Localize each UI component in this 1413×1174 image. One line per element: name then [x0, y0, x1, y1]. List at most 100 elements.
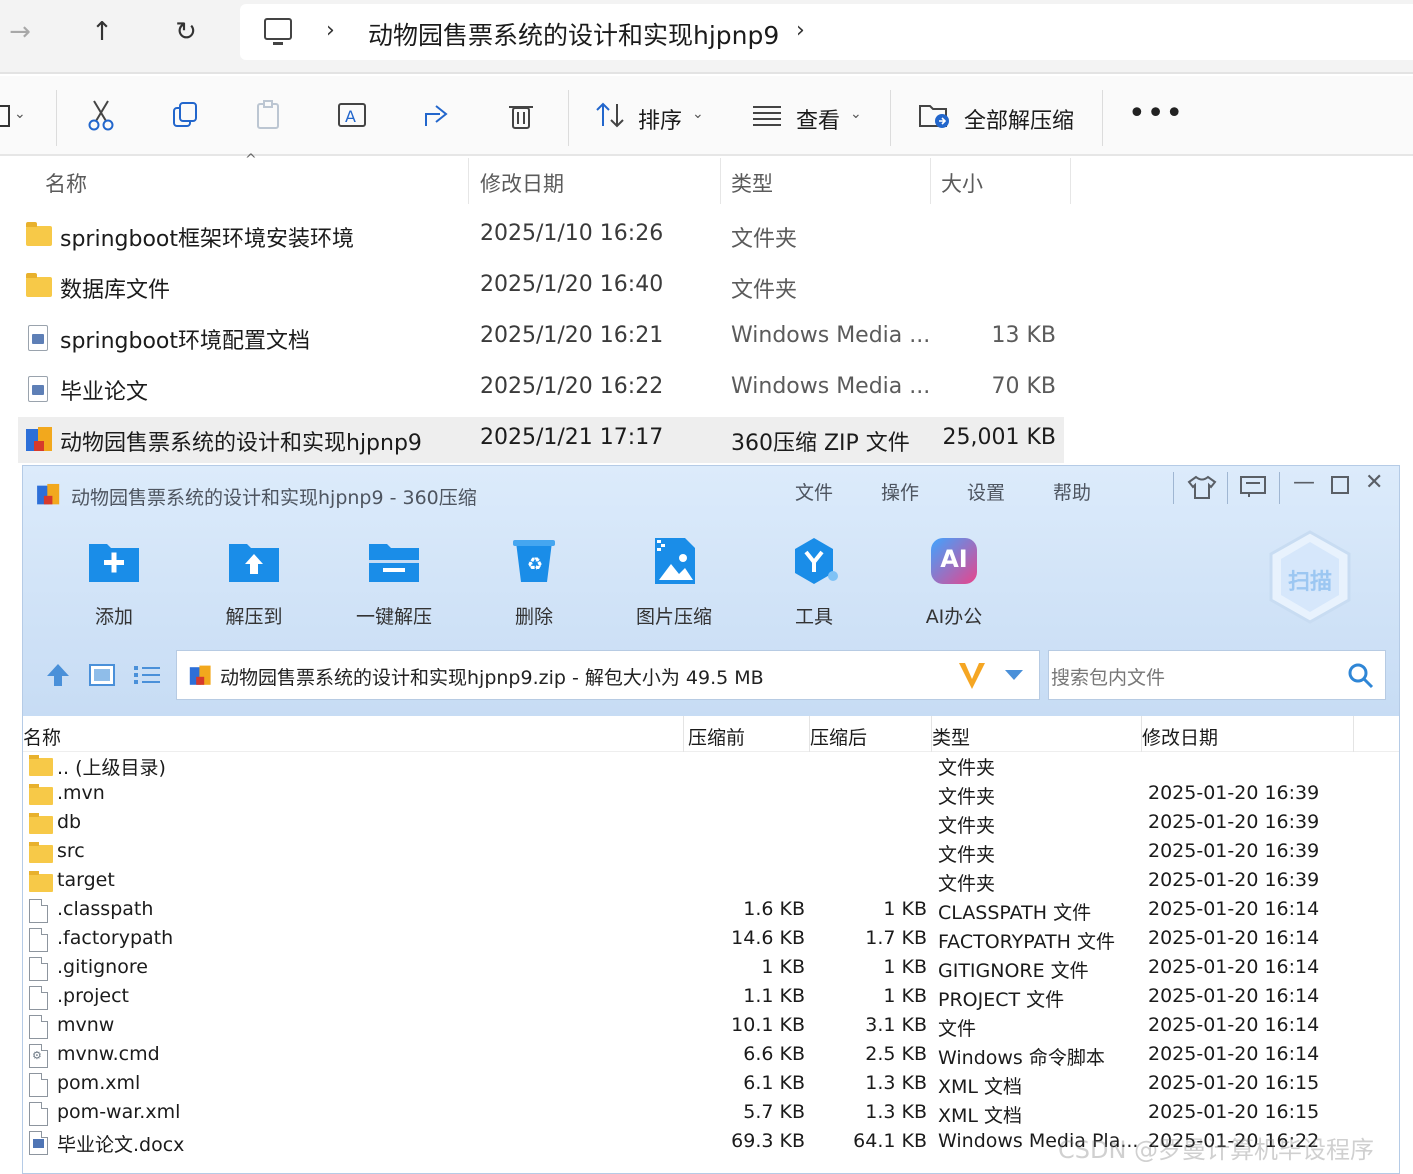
zip-column-type[interactable]: 类型	[932, 723, 970, 750]
minimize-icon[interactable]: —	[1293, 470, 1315, 495]
zip-search-input[interactable]: 搜索包内文件	[1048, 650, 1386, 700]
file-size: 70 KB	[991, 374, 1056, 399]
menu-settings[interactable]: 设置	[967, 478, 1005, 505]
zip-column-before[interactable]: 压缩前	[688, 723, 745, 750]
sort-button[interactable]: 排序	[638, 103, 682, 135]
zip-row[interactable]: pom-war.xml 5.7 KB 1.3 KB XML 文档 2025-01-20 …	[23, 1100, 1399, 1129]
feedback-icon[interactable]	[1239, 474, 1267, 504]
zip-row-before: 1.1 KB	[743, 985, 805, 1007]
extract-all-icon[interactable]	[918, 98, 952, 132]
scan-button[interactable]: 扫描	[1269, 530, 1351, 624]
refresh-icon[interactable]: ↻	[168, 14, 204, 50]
zip-row[interactable]: src 文件夹 2025-01-20 16:39	[23, 839, 1399, 868]
zip-row[interactable]: pom.xml 6.1 KB 1.3 KB XML 文档 2025-01-20 16:1…	[23, 1071, 1399, 1100]
zip-row-date: 2025-01-20 16:14	[1148, 898, 1320, 920]
breadcrumb-current-folder[interactable]: 动物园售票系统的设计和实现hjpnp9	[368, 16, 779, 52]
view-button[interactable]: 查看	[796, 103, 840, 135]
column-divider[interactable]	[720, 158, 721, 204]
more-options-icon[interactable]: •••	[1128, 96, 1184, 131]
up-arrow-icon[interactable]: ↑	[84, 14, 120, 50]
dropdown-arrow-icon[interactable]	[1003, 667, 1025, 686]
folder-icon	[29, 754, 53, 776]
column-divider[interactable]	[1353, 716, 1354, 752]
skin-shirt-icon[interactable]	[1187, 474, 1217, 506]
share-icon[interactable]	[420, 98, 454, 132]
column-divider[interactable]	[683, 716, 684, 752]
zip-row[interactable]: db 文件夹 2025-01-20 16:39	[23, 810, 1399, 839]
zip-row-type: XML 文档	[938, 1105, 1023, 1127]
menu-operation[interactable]: 操作	[881, 478, 919, 505]
maximize-icon[interactable]	[1329, 474, 1351, 502]
tool-label: 解压到	[225, 606, 283, 628]
sort-icon[interactable]	[594, 98, 628, 132]
zip-row[interactable]: target 文件夹 2025-01-20 16:39	[23, 868, 1399, 897]
zip-row-type: CLASSPATH 文件	[938, 902, 1092, 924]
rename-icon[interactable]: A	[336, 98, 370, 132]
zip-row-date: 2025-01-20 16:39	[1148, 840, 1320, 862]
file-icon	[29, 957, 48, 981]
zip-row[interactable]: .factorypath 14.6 KB 1.7 KB FACTORYPATH 文件 2…	[23, 926, 1399, 955]
folder-icon	[29, 841, 53, 863]
cut-icon[interactable]	[84, 98, 118, 132]
column-size[interactable]: 大小	[941, 168, 983, 198]
tool-image-compress-button[interactable]: 图片压缩	[619, 538, 729, 630]
tool-add-button[interactable]: 添加	[59, 538, 169, 630]
zip-row-type: 文件夹	[938, 815, 996, 837]
zip-row[interactable]: .mvn 文件夹 2025-01-20 16:39	[23, 781, 1399, 810]
menu-help[interactable]: 帮助	[1053, 478, 1091, 505]
file-icon	[29, 899, 48, 923]
tool-tools-button[interactable]: 工具	[759, 538, 869, 630]
file-date: 2025/1/20 16:22	[480, 374, 664, 399]
zip-row[interactable]: mvnw.cmd 6.6 KB 2.5 KB Windows 命令脚本 2025-01-…	[23, 1042, 1399, 1071]
zip-row-type: Windows 命令脚本	[938, 1047, 1105, 1069]
tool-ai-office-button[interactable]: AI AI办公	[899, 538, 1009, 630]
column-name[interactable]: 名称	[45, 168, 87, 198]
zip-row[interactable]: .. (上级目录) 文件夹	[23, 752, 1399, 781]
zip-row[interactable]: mvnw 10.1 KB 3.1 KB 文件 2025-01-20 16:14	[23, 1013, 1399, 1042]
file-date: 2025/1/20 16:21	[480, 323, 664, 348]
chevron-down-icon[interactable]: ⌄	[14, 106, 26, 122]
tool-one-click-extract-button[interactable]: 一键解压	[339, 538, 449, 630]
column-modified[interactable]: 修改日期	[480, 168, 564, 198]
this-pc-icon[interactable]	[264, 18, 292, 45]
up-level-icon[interactable]	[45, 662, 71, 692]
extract-all-button[interactable]: 全部解压缩	[964, 103, 1074, 135]
tool-extract-to-button[interactable]: 解压到	[199, 538, 309, 630]
chevron-down-icon[interactable]: ⌄	[850, 106, 862, 122]
zip-column-name[interactable]: 名称	[23, 723, 61, 750]
breadcrumb-chevron-icon[interactable]: ›	[796, 18, 805, 43]
search-icon[interactable]	[1347, 662, 1375, 694]
close-icon[interactable]: ✕	[1365, 470, 1383, 495]
thumbnail-view-icon[interactable]	[89, 664, 115, 690]
zip-row[interactable]: .classpath 1.6 KB 1 KB CLASSPATH 文件 2025-01-…	[23, 897, 1399, 926]
file-row[interactable]: springboot框架环境安装环境 2025/1/10 16:26 文件夹	[18, 213, 1064, 259]
zip-address-bar[interactable]: 动物园售票系统的设计和实现hjpnp9.zip - 解包大小为 49.5 MB	[176, 650, 1040, 700]
file-row[interactable]: 数据库文件 2025/1/20 16:40 文件夹	[18, 264, 1064, 310]
file-row-selected[interactable]: 动物园售票系统的设计和实现hjpnp9 2025/1/21 17:17 360压…	[18, 417, 1064, 463]
zip-row-date: 2025-01-20 16:15	[1148, 1101, 1320, 1123]
column-type[interactable]: 类型	[731, 168, 773, 198]
breadcrumb-chevron-icon[interactable]: ›	[326, 18, 335, 43]
file-row[interactable]: springboot环境配置文档 2025/1/20 16:21 Windows…	[18, 315, 1064, 361]
v-logo-icon[interactable]	[957, 659, 987, 695]
view-list-icon[interactable]	[750, 98, 784, 132]
column-divider[interactable]	[1070, 158, 1071, 204]
copy-icon[interactable]	[168, 98, 202, 132]
zip-column-after[interactable]: 压缩后	[810, 723, 867, 750]
address-bar[interactable]: › 动物园售票系统的设计和实现hjpnp9 ›	[240, 4, 1413, 60]
list-view-icon[interactable]	[133, 664, 161, 690]
column-divider[interactable]	[930, 158, 931, 204]
forward-arrow-icon[interactable]: →	[2, 14, 38, 50]
column-divider[interactable]	[468, 158, 469, 204]
delete-icon[interactable]	[504, 98, 538, 132]
zip-row-after: 1 KB	[883, 898, 927, 920]
zip-column-modified[interactable]: 修改日期	[1142, 723, 1218, 750]
file-row[interactable]: 毕业论文 2025/1/20 16:22 Windows Media ... 7…	[18, 366, 1064, 412]
zip-row[interactable]: .gitignore 1 KB 1 KB GITIGNORE 文件 2025-01-20…	[23, 955, 1399, 984]
paste-icon[interactable]	[252, 98, 286, 132]
menu-file[interactable]: 文件	[795, 478, 833, 505]
search-placeholder: 搜索包内文件	[1051, 667, 1166, 689]
tool-delete-button[interactable]: ♻ 删除	[479, 538, 589, 630]
chevron-down-icon[interactable]: ⌄	[692, 106, 704, 122]
zip-row[interactable]: .project 1.1 KB 1 KB PROJECT 文件 2025-01-20 1…	[23, 984, 1399, 1013]
